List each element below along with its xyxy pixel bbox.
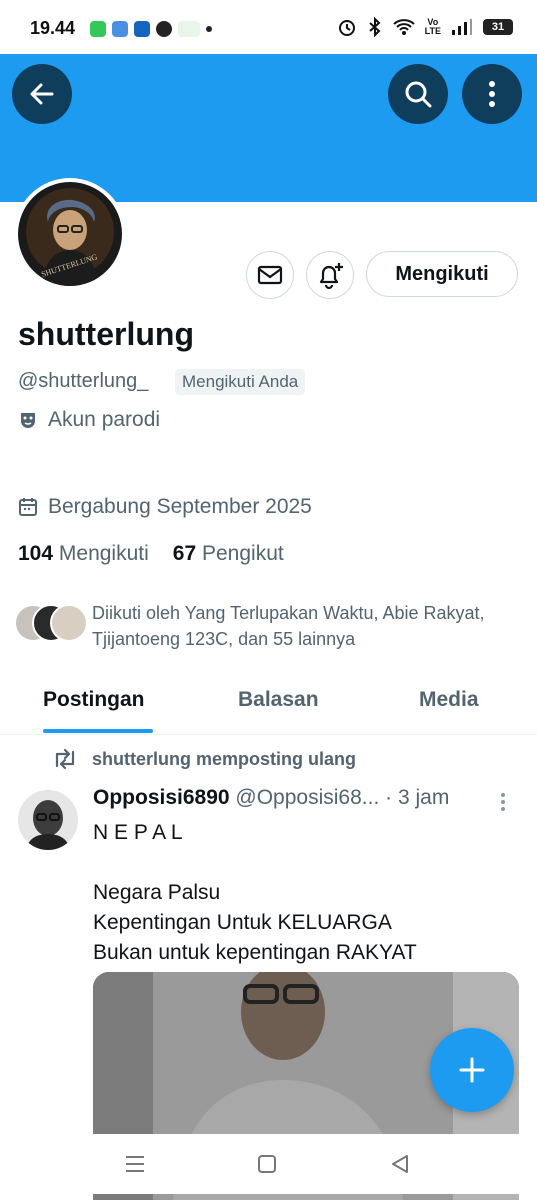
post-author-avatar[interactable]: [18, 790, 78, 850]
follows-you-badge: Mengikuti Anda: [175, 369, 306, 395]
repost-icon: [55, 748, 75, 770]
author-photo-icon: [18, 790, 78, 850]
search-icon: [405, 81, 432, 108]
battery-indicator: 31: [483, 19, 513, 35]
back-button[interactable]: [12, 64, 72, 124]
chat-app-icon: [90, 21, 106, 37]
followers-stat[interactable]: 67 Pengikut: [173, 542, 284, 566]
post-header: Opposisi6890 @Opposisi68... · 3 jam: [93, 786, 449, 810]
post-more-button[interactable]: [500, 792, 506, 817]
search-button[interactable]: [388, 64, 448, 124]
profile-display-name: shutterlung: [18, 316, 194, 352]
mutual-avatar: [50, 604, 88, 642]
followed-by-text: Diikuti oleh Yang Terlupakan Waktu, Abie…: [92, 603, 485, 649]
parody-label-row: Akun parodi: [18, 408, 160, 432]
message-button[interactable]: [246, 251, 294, 299]
post-timestamp: · 3 jam: [385, 786, 450, 809]
plus-icon: [459, 1057, 485, 1083]
avatar-image: SHUTTERLUNG: [18, 182, 122, 286]
triangle-back-icon: [392, 1155, 408, 1173]
notification-icons: [90, 21, 212, 37]
follow-stats: 104 Mengikuti 67 Pengikut: [18, 542, 284, 566]
status-bar: 19.44 Vo LTE 31: [0, 0, 537, 54]
home-button[interactable]: [257, 1154, 277, 1179]
parody-label: Akun parodi: [48, 408, 161, 431]
following-stat[interactable]: 104 Mengikuti: [18, 542, 149, 566]
system-back-button[interactable]: [390, 1154, 410, 1179]
post-author-name[interactable]: Opposisi6890: [93, 786, 230, 809]
profile-tabs: Postingan Balasan Media: [0, 676, 537, 735]
joined-date-row: Bergabung September 2025: [18, 495, 312, 519]
tab-replies[interactable]: Balasan: [238, 688, 319, 712]
followed-by-row[interactable]: Diikuti oleh Yang Terlupakan Waktu, Abie…: [14, 600, 492, 652]
tab-posts[interactable]: Postingan: [43, 688, 145, 712]
more-vertical-icon: [501, 793, 505, 811]
messenger-app-icon: [156, 21, 172, 37]
bell-plus-icon: [319, 263, 343, 290]
post-author-handle[interactable]: @Opposisi68...: [235, 786, 379, 809]
menu-lines-icon: [126, 1156, 144, 1172]
envelope-icon: [257, 265, 283, 285]
compose-post-button[interactable]: [430, 1028, 514, 1112]
square-home-icon: [258, 1155, 276, 1173]
more-options-button[interactable]: [462, 64, 522, 124]
system-indicators: Vo LTE 31: [337, 17, 513, 37]
system-navigation-bar: [0, 1134, 537, 1194]
calendar-icon: [19, 498, 37, 516]
following-button[interactable]: Mengikuti: [366, 251, 518, 297]
signal-icon: [452, 19, 472, 35]
avatar-illustration-icon: SHUTTERLUNG: [18, 182, 122, 286]
mask-icon: [21, 413, 35, 428]
wifi-icon: [392, 19, 415, 35]
profile-avatar[interactable]: SHUTTERLUNG: [14, 178, 126, 290]
gmo-app-icon: [178, 21, 200, 37]
bluetooth-app-icon: [134, 21, 150, 37]
active-tab-indicator: [43, 729, 153, 733]
mutual-avatars: [14, 600, 88, 642]
post-text: N E P A L Negara Palsu Kepentingan Untuk…: [93, 821, 417, 964]
recent-apps-button[interactable]: [124, 1154, 146, 1179]
more-notifications-dot-icon: [206, 26, 212, 32]
messages-app-icon: [112, 21, 128, 37]
status-time: 19.44: [30, 18, 76, 38]
repost-label: shutterlung memposting ulang: [92, 748, 356, 769]
joined-date: Bergabung September 2025: [48, 495, 312, 518]
profile-handle: @shutterlung_: [18, 370, 149, 392]
arrow-left-icon: [30, 83, 54, 105]
repost-context: shutterlung memposting ulang: [52, 748, 356, 770]
notifications-button[interactable]: [306, 251, 354, 299]
more-vertical-icon: [489, 81, 495, 107]
tab-media[interactable]: Media: [419, 688, 479, 712]
alarm-icon: [338, 20, 355, 36]
volte-indicator: Vo LTE: [424, 17, 441, 36]
bluetooth-icon: [368, 17, 381, 37]
